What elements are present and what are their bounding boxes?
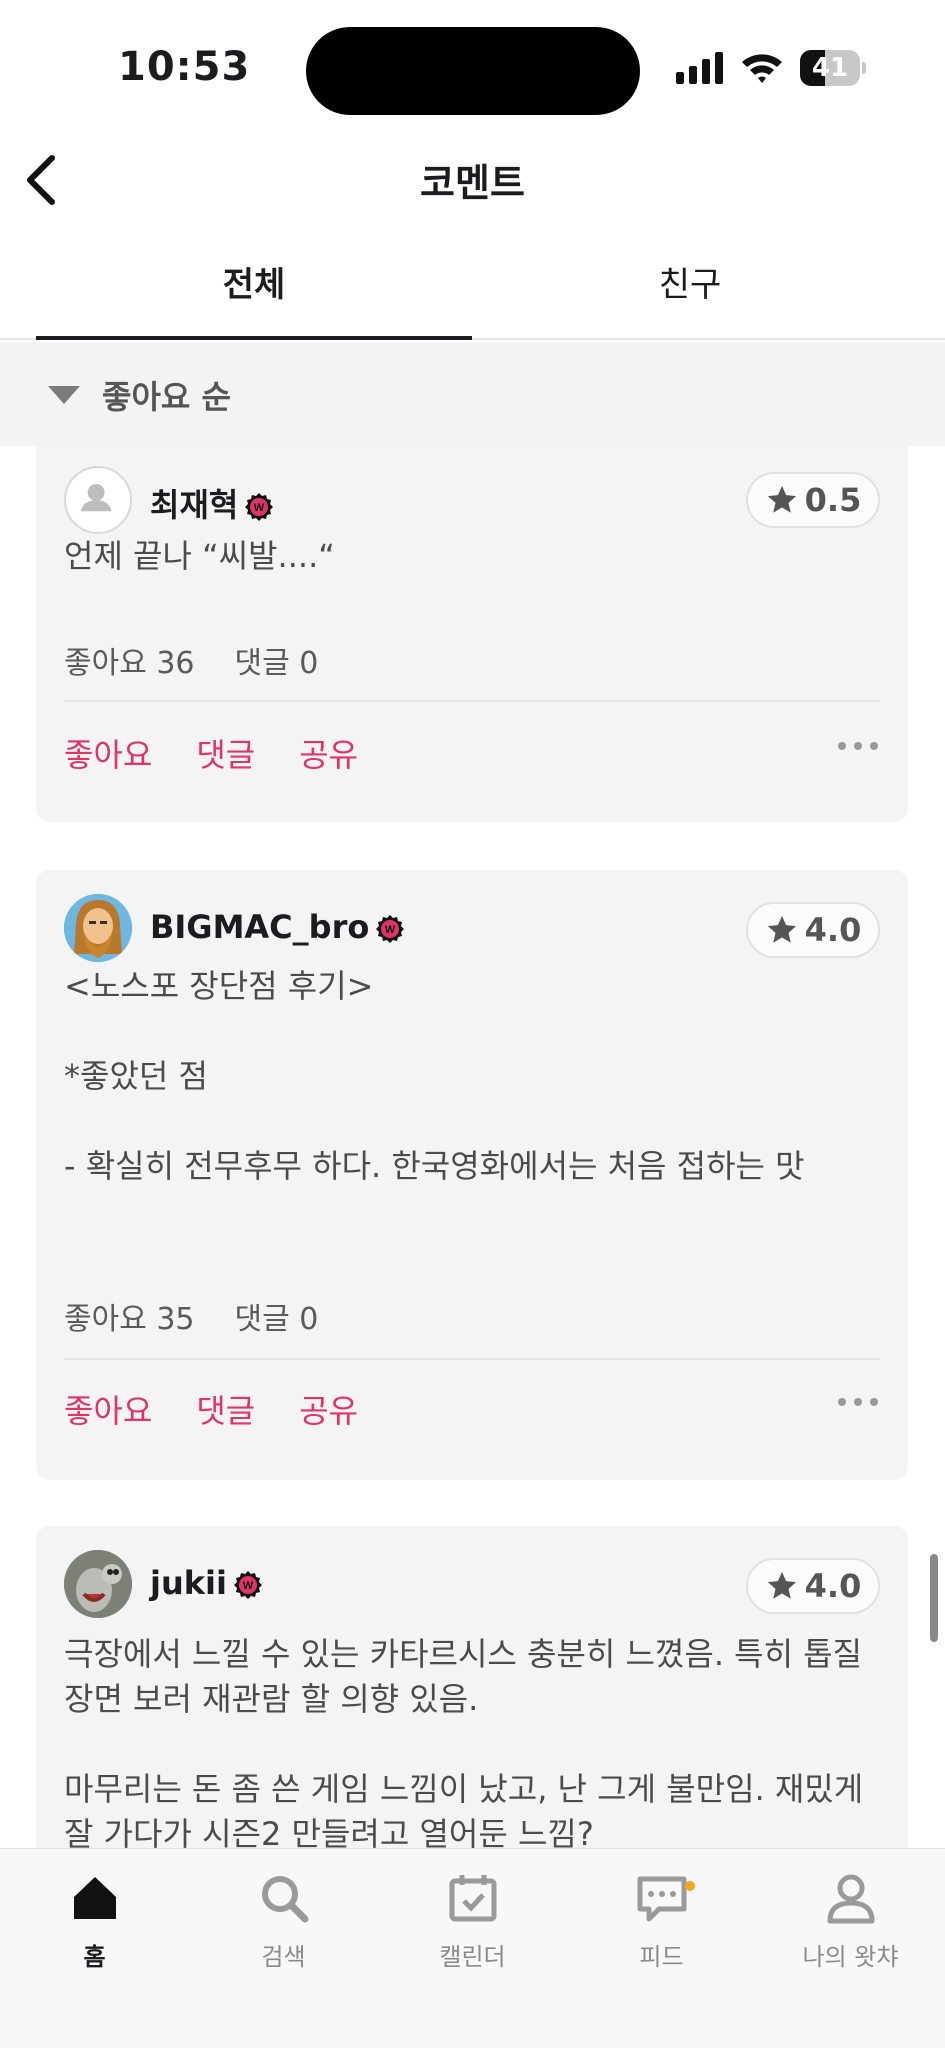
star-icon [767, 485, 796, 513]
battery-percent: 41 [811, 53, 849, 83]
rating-pill: 4.0 [746, 902, 880, 958]
svg-text:W: W [243, 1580, 254, 1592]
calendar-icon [449, 1875, 496, 1922]
like-button[interactable]: 좋아요 [64, 730, 152, 776]
caret-down-icon [48, 386, 80, 404]
scrollbar[interactable] [930, 1554, 938, 1642]
verified-badge-icon: W [233, 1571, 262, 1599]
nav-label: 나의 왓챠 [802, 1943, 899, 1971]
status-bar: 10:53 41 [0, 0, 945, 140]
rating-value: 4.0 [804, 911, 862, 949]
like-button[interactable]: 좋아요 [64, 1386, 152, 1432]
home-icon [73, 1877, 116, 1919]
nav-label: 검색 [261, 1943, 306, 1971]
username-text: jukii [150, 1564, 227, 1602]
divider [64, 700, 880, 702]
more-options-icon[interactable] [836, 1396, 880, 1408]
comment-card: jukii W 4.0 극장에서 느낄 수 있는 카타르시스 충분히 느꼈음. 특… [36, 1526, 908, 1848]
search-icon [261, 1876, 308, 1923]
comment-feed[interactable]: 최재혁 W 0.5 언제 끝나 “씨발....“ 좋아요 36 댓글 0 좋아요 댓글… [0, 446, 945, 1848]
username-text: BIGMAC_bro [150, 908, 370, 946]
dynamic-island [306, 27, 640, 115]
share-button[interactable]: 공유 [299, 730, 358, 776]
reply-count: 댓글 0 [234, 1302, 319, 1337]
sort-dropdown[interactable]: 좋아요 순 [48, 370, 231, 420]
avatar[interactable] [64, 894, 132, 962]
notification-dot [685, 1881, 695, 1891]
user-avatar-image [64, 1550, 132, 1618]
chat-icon [637, 1876, 686, 1922]
reply-button[interactable]: 댓글 [196, 1386, 255, 1432]
comment-card: BIGMAC_bro W 4.0 <노스포 장단점 후기> *좋았던 점 - 확실… [36, 870, 908, 1480]
comment-text[interactable]: <노스포 장단점 후기> *좋았던 점 - 확실히 전무후무 하다. 한국영화에… [64, 964, 884, 1189]
nav-label: 홈 [83, 1943, 106, 1971]
star-icon [767, 915, 796, 943]
like-count: 좋아요 36 [64, 646, 195, 681]
tab-all[interactable]: 전체 [36, 250, 472, 340]
svg-text:W: W [385, 924, 396, 936]
nav-my-watcha[interactable]: 나의 왓챠 [756, 1871, 945, 1972]
default-person-icon [81, 484, 112, 512]
status-time: 10:53 [118, 44, 251, 90]
comment-actions: 좋아요 댓글 공유 [64, 730, 402, 776]
comment-stats: 좋아요 35 댓글 0 [64, 1294, 358, 1338]
like-count: 좋아요 35 [64, 1302, 195, 1337]
reply-button[interactable]: 댓글 [196, 730, 255, 776]
star-icon [767, 1571, 796, 1599]
user-avatar-image [64, 894, 132, 962]
more-options-icon[interactable] [836, 740, 880, 752]
page-title: 코멘트 [420, 161, 525, 205]
battery-indicator: 41 [800, 50, 866, 86]
reply-count: 댓글 0 [234, 646, 319, 681]
avatar[interactable] [64, 466, 132, 534]
rating-pill: 0.5 [746, 472, 880, 528]
sort-bar: 좋아요 순 [0, 342, 945, 446]
verified-badge-icon: W [245, 493, 274, 521]
divider [64, 1358, 880, 1360]
cellular-signal-icon [676, 52, 723, 84]
tab-bar: 전체 친구 [0, 250, 945, 340]
nav-search[interactable]: 검색 [189, 1871, 378, 1972]
username[interactable]: BIGMAC_bro W [150, 908, 405, 946]
nav-home[interactable]: 홈 [0, 1871, 189, 1972]
svg-text:W: W [254, 502, 265, 514]
comment-text[interactable]: 극장에서 느낄 수 있는 카타르시스 충분히 느꼈음. 특히 톱질 장면 보러 … [64, 1632, 884, 1848]
sort-label: 좋아요 순 [102, 378, 231, 416]
username[interactable]: jukii W [150, 1564, 263, 1602]
nav-calendar[interactable]: 캘린더 [378, 1871, 567, 1972]
verified-badge-icon: W [376, 915, 405, 943]
share-button[interactable]: 공유 [299, 1386, 358, 1432]
comment-actions: 좋아요 댓글 공유 [64, 1386, 402, 1432]
comment-stats: 좋아요 36 댓글 0 [64, 638, 358, 682]
nav-label: 캘린더 [439, 1943, 506, 1971]
header: 코멘트 [0, 140, 945, 220]
rating-value: 4.0 [804, 1567, 862, 1605]
comment-card: 최재혁 W 0.5 언제 끝나 “씨발....“ 좋아요 36 댓글 0 좋아요 댓글… [36, 446, 908, 822]
nav-label: 피드 [639, 1943, 684, 1971]
nav-feed[interactable]: 피드 [567, 1871, 756, 1972]
username-text: 최재혁 [150, 486, 239, 524]
avatar[interactable] [64, 1550, 132, 1618]
person-icon [827, 1874, 874, 1924]
rating-pill: 4.0 [746, 1558, 880, 1614]
username[interactable]: 최재혁 W [150, 480, 274, 526]
comment-text[interactable]: 언제 끝나 “씨발....“ [64, 534, 884, 579]
rating-value: 0.5 [804, 481, 862, 519]
tab-friends[interactable]: 친구 [472, 250, 908, 340]
wifi-icon [742, 54, 782, 83]
bottom-tab-bar: 홈 검색 캘린더 피드 나의 왓챠 [0, 1848, 945, 2048]
